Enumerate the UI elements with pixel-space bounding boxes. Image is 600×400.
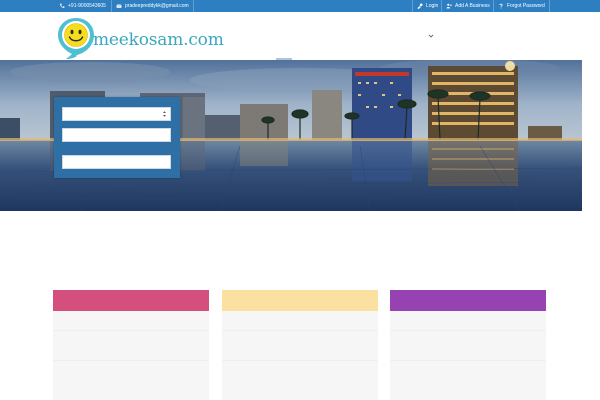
topbar-phone[interactable]: +91-9000543605 <box>55 0 110 12</box>
login-link[interactable]: Login <box>412 0 442 12</box>
chevron-down-icon[interactable] <box>427 32 435 40</box>
select-arrows-icon <box>163 111 166 117</box>
add-business-label: Add A Business <box>455 3 490 9</box>
topbar-email-text: pradeepreddykk@gmail.com <box>125 3 189 9</box>
card-divider <box>53 360 209 361</box>
card-header-3 <box>390 290 546 311</box>
smiley-pin-icon <box>58 18 94 59</box>
category-card-1[interactable] <box>53 290 209 400</box>
category-card-3[interactable] <box>390 290 546 400</box>
category-card-2[interactable] <box>222 290 378 400</box>
site-logo[interactable]: meekosam.com <box>57 16 224 59</box>
forgot-password-label: Forgot Password <box>507 3 545 9</box>
forgot-password-link[interactable]: Forgot Password <box>493 0 550 12</box>
envelope-icon <box>116 3 122 9</box>
card-header-1 <box>53 290 209 311</box>
card-header-2 <box>222 290 378 311</box>
search-input-2[interactable] <box>62 155 171 169</box>
card-divider <box>222 360 378 361</box>
logo-text: meekosam.com <box>93 30 224 50</box>
topbar-phone-text: +91-9000543605 <box>68 3 106 9</box>
login-label: Login <box>426 3 439 9</box>
card-divider <box>222 330 378 331</box>
topbar-email[interactable]: pradeepreddykk@gmail.com <box>111 0 194 12</box>
card-divider <box>390 360 546 361</box>
search-input-1[interactable] <box>62 128 171 142</box>
top-bar: +91-9000543605 pradeepreddykk@gmail.com … <box>0 0 600 12</box>
card-divider <box>53 330 209 331</box>
key-icon <box>417 3 423 9</box>
add-business-link[interactable]: Add A Business <box>441 0 494 12</box>
phone-icon <box>59 3 65 9</box>
search-panel <box>54 97 180 178</box>
category-select[interactable] <box>62 107 171 121</box>
question-icon <box>498 3 504 9</box>
site-header: meekosam.com <box>0 12 600 60</box>
user-plus-icon <box>446 3 452 9</box>
card-divider <box>390 330 546 331</box>
